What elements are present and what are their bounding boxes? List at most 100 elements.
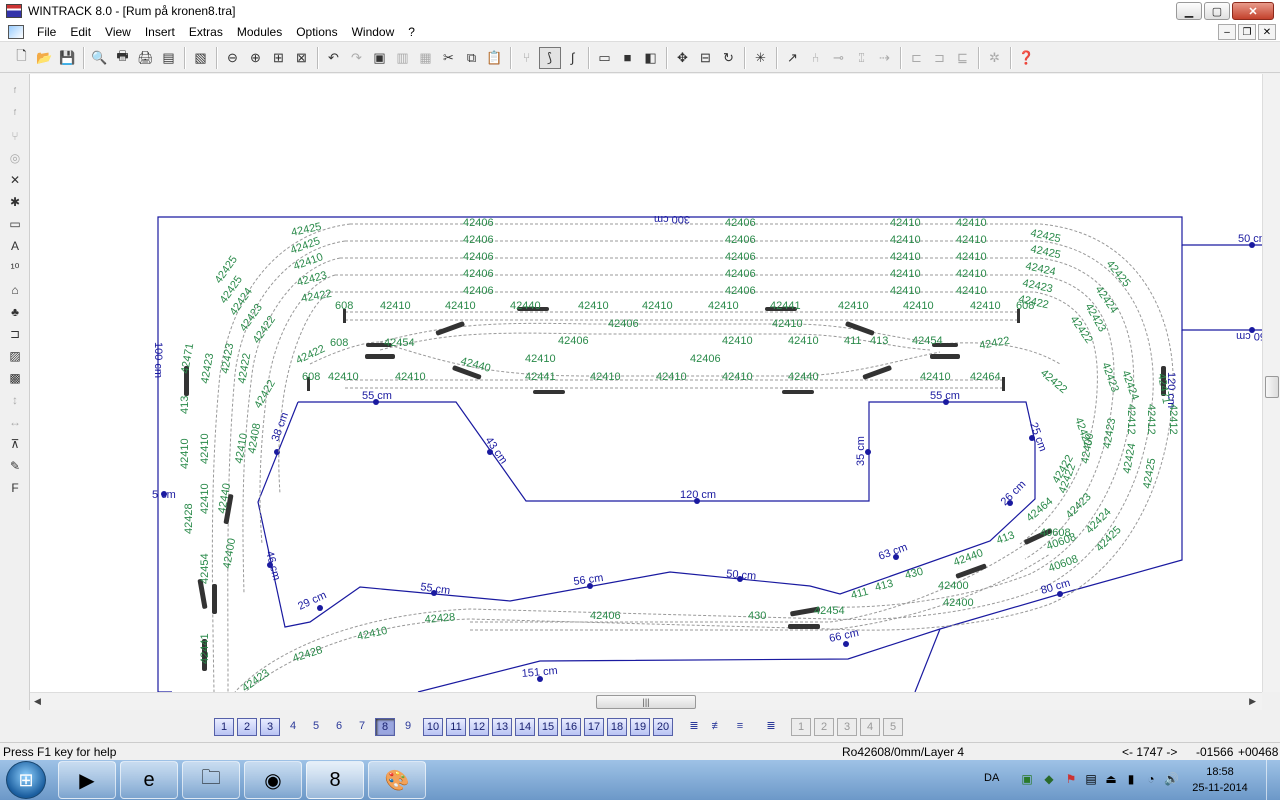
platform-icon[interactable]: ⊐: [4, 324, 26, 344]
module-frame-icon[interactable]: ▭: [594, 47, 616, 69]
menu-view[interactable]: View: [98, 22, 138, 42]
align-left-icon[interactable]: ⊏: [906, 47, 928, 69]
landscape-icon[interactable]: ▩: [4, 368, 26, 388]
start-button[interactable]: ⊞: [6, 761, 46, 799]
module-link-icon[interactable]: ◧: [640, 47, 662, 69]
zoom-window-icon[interactable]: ⊞: [268, 47, 290, 69]
menu-edit[interactable]: Edit: [63, 22, 98, 42]
layer-button-8[interactable]: 8: [375, 718, 395, 736]
module-layer-button-4[interactable]: 4: [860, 718, 880, 736]
layer-button-2[interactable]: 2: [237, 718, 257, 736]
module-layer-button-1[interactable]: 1: [791, 718, 811, 736]
document-icon[interactable]: [8, 24, 24, 39]
new-icon[interactable]: 🗋: [11, 47, 33, 69]
layer-button-15[interactable]: 15: [538, 718, 558, 736]
file-explorer-icon[interactable]: 🗀: [182, 761, 240, 799]
module-layer-button-5[interactable]: 5: [883, 718, 903, 736]
doc-minimize-button[interactable]: –: [1218, 24, 1236, 40]
maximize-button[interactable]: ▢: [1204, 2, 1230, 20]
nvidia-icon[interactable]: ▣: [1020, 772, 1034, 786]
layer-button-19[interactable]: 19: [630, 718, 650, 736]
layer-button-20[interactable]: 20: [653, 718, 673, 736]
print-icon[interactable]: 🖶: [112, 47, 134, 69]
horizontal-scrollbar[interactable]: ◀ ||| ▶: [30, 692, 1262, 710]
terrain-icon[interactable]: ▨: [4, 346, 26, 366]
layer-button-11[interactable]: 11: [446, 718, 466, 736]
language-indicator[interactable]: DA: [984, 772, 999, 784]
signal-icon[interactable]: ✱: [4, 192, 26, 212]
redo-icon[interactable]: ↷: [346, 47, 368, 69]
vertical-scrollbar[interactable]: [1262, 74, 1280, 692]
layer-button-10[interactable]: 10: [423, 718, 443, 736]
dimension-v-icon[interactable]: ↕: [4, 390, 26, 410]
print-setup-icon[interactable]: 🖨: [135, 47, 157, 69]
split-icon[interactable]: ⑃: [805, 47, 827, 69]
branch-icon[interactable]: ⑄: [851, 47, 873, 69]
menu-window[interactable]: Window: [345, 22, 402, 42]
flag-icon[interactable]: ⚑: [1064, 772, 1078, 786]
clock-date[interactable]: 25-11-2014: [1184, 782, 1256, 794]
zoom-out-icon[interactable]: ⊖: [222, 47, 244, 69]
zoom-all-icon[interactable]: ⊠: [291, 47, 313, 69]
internet-explorer-icon[interactable]: e: [120, 761, 178, 799]
horizontal-scroll-thumb[interactable]: |||: [596, 695, 696, 709]
menu-help[interactable]: ?: [401, 22, 422, 42]
move-icon[interactable]: ✥: [672, 47, 694, 69]
building-icon[interactable]: ⌂: [4, 280, 26, 300]
insert-point-icon[interactable]: ✳: [750, 47, 772, 69]
join-icon[interactable]: ⊸: [828, 47, 850, 69]
double-switch-icon[interactable]: ⑂: [4, 126, 26, 146]
crossing-icon[interactable]: ✕: [4, 170, 26, 190]
connect-icon[interactable]: ↗: [782, 47, 804, 69]
track-plan-drawing[interactable]: 50 cm 50 cm 300 cm 100 cm 120 cm 5 cm 55…: [30, 74, 1262, 692]
layer-button-7[interactable]: 7: [352, 718, 372, 736]
module-layer-button-2[interactable]: 2: [814, 718, 834, 736]
track-curve-icon[interactable]: ⟆: [538, 46, 561, 69]
copy-icon[interactable]: ⧉: [461, 47, 483, 69]
delete-icon[interactable]: ▣: [369, 47, 391, 69]
buffer-icon[interactable]: ▭: [4, 214, 26, 234]
module-layer-button-3[interactable]: 3: [837, 718, 857, 736]
menu-insert[interactable]: Insert: [138, 22, 182, 42]
tree-icon[interactable]: ♣: [4, 302, 26, 322]
layer-button-3[interactable]: 3: [260, 718, 280, 736]
print-preview-icon[interactable]: 🔍: [89, 47, 111, 69]
menu-extras[interactable]: Extras: [182, 22, 230, 42]
flex-track-2-icon[interactable]: ᶠ: [4, 104, 26, 124]
layer-button-16[interactable]: 16: [561, 718, 581, 736]
3d-view-icon[interactable]: ▧: [190, 47, 212, 69]
context-help-icon[interactable]: ❓: [1016, 47, 1038, 69]
layer-button-18[interactable]: 18: [607, 718, 627, 736]
layer-button-17[interactable]: 17: [584, 718, 604, 736]
wifi-icon[interactable]: ◔: [1144, 772, 1158, 786]
text-icon[interactable]: A: [4, 236, 26, 256]
explode-icon[interactable]: ✲: [984, 47, 1006, 69]
height-icon[interactable]: ⊟: [695, 47, 717, 69]
firefox-icon[interactable]: ◉: [244, 761, 302, 799]
align-mid-icon[interactable]: ⊐: [929, 47, 951, 69]
layout-canvas[interactable]: 50 cm 50 cm 300 cm 100 cm 120 cm 5 cm 55…: [30, 74, 1262, 692]
layer-lock-icon[interactable]: ≡: [730, 718, 750, 736]
flex-track-icon[interactable]: ᶠ: [4, 82, 26, 102]
signal-strength-icon[interactable]: ▮: [1124, 772, 1138, 786]
doc-close-button[interactable]: ✕: [1258, 24, 1276, 40]
undo-icon[interactable]: ↶: [323, 47, 345, 69]
extend-icon[interactable]: ⇢: [874, 47, 896, 69]
layer-button-14[interactable]: 14: [515, 718, 535, 736]
layer-button-5[interactable]: 5: [306, 718, 326, 736]
paste-icon[interactable]: 📋: [484, 47, 506, 69]
show-desktop-button[interactable]: [1266, 760, 1280, 800]
rotate-icon[interactable]: ↻: [718, 47, 740, 69]
save-icon[interactable]: 💾: [57, 47, 79, 69]
font-icon[interactable]: F: [4, 478, 26, 498]
menu-options[interactable]: Options: [289, 22, 344, 42]
cut-icon[interactable]: ✂: [438, 47, 460, 69]
zoom-in-icon[interactable]: ⊕: [245, 47, 267, 69]
track-flex-icon[interactable]: ∫: [562, 47, 584, 69]
layer-settings-icon[interactable]: ≣: [761, 718, 781, 736]
align-right-icon[interactable]: ⊑: [952, 47, 974, 69]
paste-prop-icon[interactable]: ▦: [415, 47, 437, 69]
minimize-button[interactable]: ▁: [1176, 2, 1202, 20]
parts-list-icon[interactable]: ▤: [158, 47, 180, 69]
close-button[interactable]: ✕: [1232, 2, 1274, 20]
